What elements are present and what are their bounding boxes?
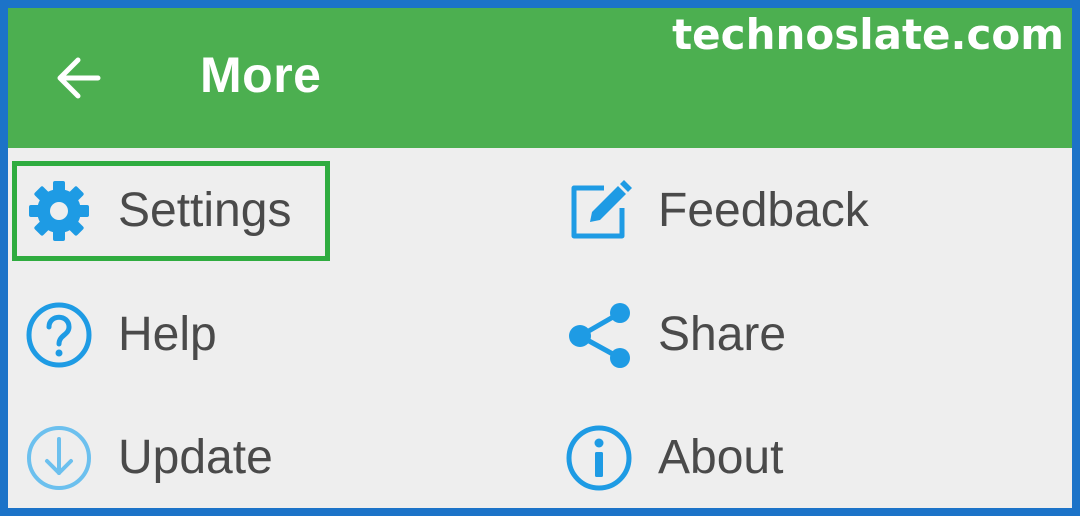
menu-item-feedback[interactable]: Feedback xyxy=(564,153,869,269)
info-icon xyxy=(564,423,634,493)
menu-item-label: Update xyxy=(118,431,273,484)
menu-item-label: About xyxy=(658,431,784,484)
help-icon xyxy=(24,300,94,370)
page-title: More xyxy=(200,47,322,103)
watermark: technoslate.com xyxy=(672,10,1064,59)
menu-item-label: Feedback xyxy=(658,184,869,237)
menu-item-settings[interactable]: Settings xyxy=(24,153,291,269)
menu-item-label: Settings xyxy=(118,184,292,237)
arrow-back-icon xyxy=(57,57,101,99)
download-icon xyxy=(24,423,94,493)
menu-item-label: Help xyxy=(118,308,217,361)
menu-item-label: Share xyxy=(658,308,787,361)
menu-grid: Settings Feedback Help Share Update Abou… xyxy=(8,148,1072,508)
share-icon xyxy=(564,300,634,370)
menu-item-share[interactable]: Share xyxy=(564,277,786,393)
gear-icon xyxy=(24,176,94,246)
app-screen: More technoslate.com Settings Feedback H… xyxy=(0,0,1080,516)
menu-item-help[interactable]: Help xyxy=(24,277,217,393)
menu-item-about[interactable]: About xyxy=(564,400,784,508)
back-button[interactable] xyxy=(48,48,108,108)
app-bar: More technoslate.com xyxy=(8,8,1072,148)
edit-icon xyxy=(564,176,634,246)
menu-item-update[interactable]: Update xyxy=(24,400,273,508)
